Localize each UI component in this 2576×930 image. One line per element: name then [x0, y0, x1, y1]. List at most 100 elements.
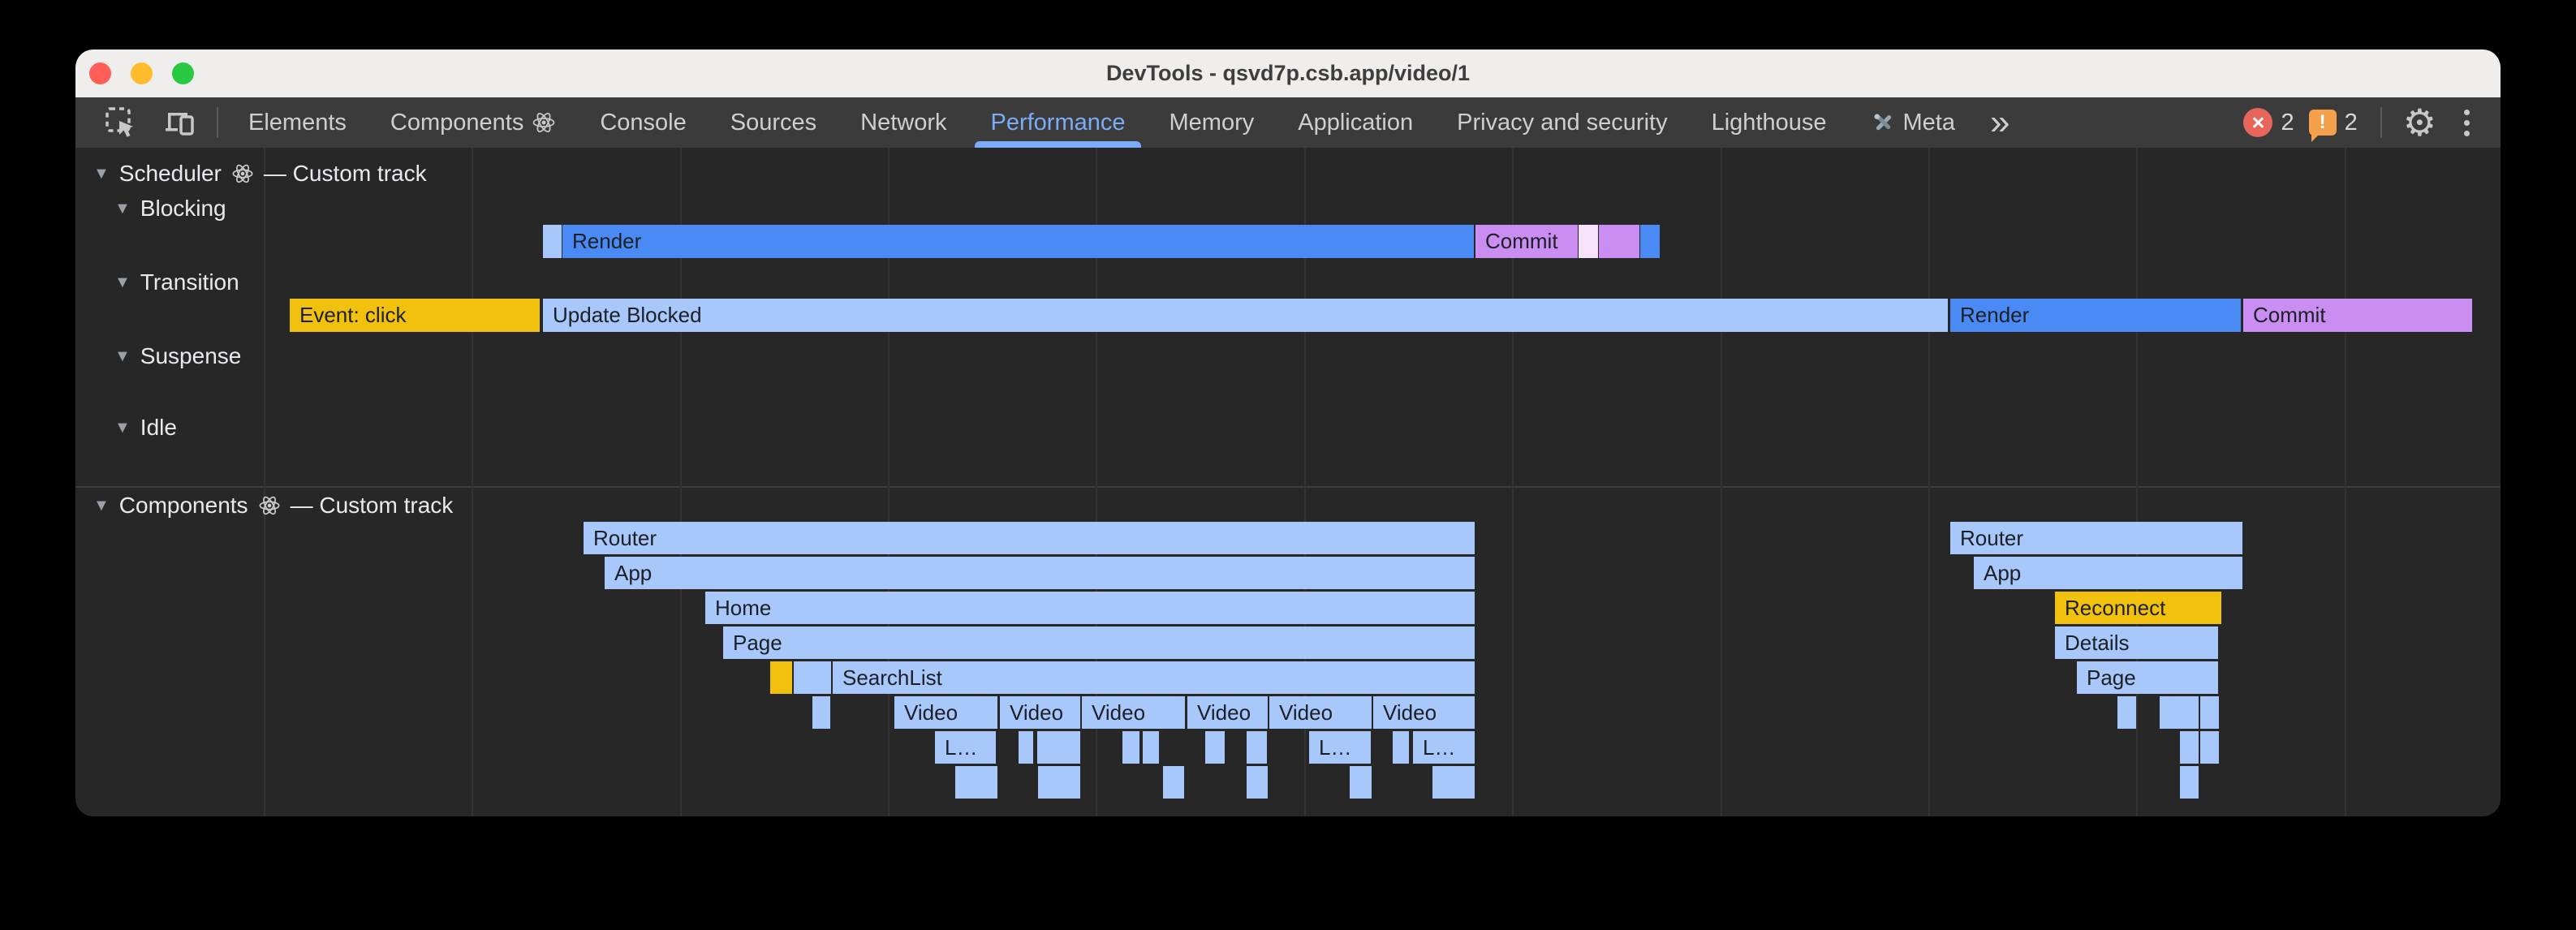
timeline-gridline	[264, 148, 265, 816]
flame-bar-event-click[interactable]: Event: click	[290, 299, 540, 332]
desktop-background: DevTools - qsvd7p.csb.app/video/1 Elemen…	[0, 0, 2576, 930]
inspect-element-button[interactable]	[92, 97, 150, 148]
flame-bar[interactable]	[2200, 731, 2219, 764]
timeline[interactable]: ▼ Scheduler — Custom track ▼ Blocking ▼ …	[75, 148, 2501, 816]
components-track-header[interactable]: ▼ Components — Custom track	[93, 493, 453, 519]
flame-bar-page[interactable]: Page	[723, 626, 1475, 659]
flame-bar-video[interactable]: Video	[1082, 696, 1185, 729]
flame-bar-video[interactable]: Video	[1373, 696, 1475, 729]
tab-console[interactable]: Console	[578, 97, 708, 148]
flame-bar[interactable]	[1350, 766, 1372, 799]
more-tabs-button[interactable]: »	[1977, 97, 2022, 148]
flame-bar[interactable]	[794, 661, 831, 694]
tab-elements[interactable]: Elements	[226, 97, 368, 148]
flame-bar[interactable]	[1205, 731, 1225, 764]
flame-bar[interactable]	[1579, 225, 1598, 258]
collapse-triangle-icon[interactable]: ▼	[93, 165, 110, 183]
react-atom-icon	[532, 110, 556, 135]
device-toolbar-icon	[162, 105, 197, 140]
react-atom-icon	[258, 494, 281, 517]
collapse-triangle-icon[interactable]: ▼	[114, 273, 131, 292]
flame-bar[interactable]	[1019, 731, 1033, 764]
timeline-gridline	[2345, 148, 2346, 816]
issue-count[interactable]: 2	[2345, 110, 2358, 136]
collapse-triangle-icon[interactable]: ▼	[114, 347, 131, 366]
flame-bar[interactable]	[1122, 731, 1139, 764]
flame-bar[interactable]	[1393, 731, 1409, 764]
lane-blocking[interactable]: ▼ Blocking	[114, 196, 226, 222]
error-count[interactable]: 2	[2281, 110, 2294, 136]
flame-bar-app[interactable]: App	[605, 557, 1475, 589]
minimize-button[interactable]	[131, 62, 153, 84]
window-titlebar: DevTools - qsvd7p.csb.app/video/1	[75, 50, 2501, 97]
flame-bar-app[interactable]: App	[1974, 557, 2242, 589]
flame-bar-commit[interactable]: Commit	[1475, 225, 1578, 258]
flame-bar-video[interactable]: Video	[894, 696, 997, 729]
tab-components[interactable]: Components	[368, 97, 578, 148]
flame-bar-video[interactable]: Video	[1187, 696, 1268, 729]
flame-bar[interactable]	[2117, 696, 2136, 729]
issues-icon[interactable]: !	[2309, 110, 2337, 136]
settings-gear-icon[interactable]: ⚙	[2390, 104, 2449, 141]
flame-bar[interactable]	[1640, 225, 1660, 258]
tab-privacy-and-security[interactable]: Privacy and security	[1435, 97, 1690, 148]
close-button[interactable]	[89, 62, 111, 84]
tab-lighthouse[interactable]: Lighthouse	[1690, 97, 1849, 148]
flame-bar[interactable]	[2180, 731, 2199, 764]
flame-bar[interactable]	[1037, 731, 1080, 764]
tab-network[interactable]: Network	[838, 97, 968, 148]
flame-bar[interactable]	[1163, 766, 1184, 799]
tab-memory[interactable]: Memory	[1148, 97, 1277, 148]
flame-bar[interactable]	[2180, 766, 2199, 799]
window-title: DevTools - qsvd7p.csb.app/video/1	[1106, 61, 1470, 86]
flame-bar[interactable]	[543, 225, 562, 258]
toolbar-right-group: × 2 ! 2 ⚙	[2243, 97, 2501, 148]
lane-idle[interactable]: ▼ Idle	[114, 415, 177, 441]
tab-meta[interactable]: Meta	[1849, 97, 1977, 148]
flame-bar-page[interactable]: Page	[2077, 661, 2218, 694]
timeline-gridline	[472, 148, 473, 816]
flame-bar[interactable]	[812, 696, 830, 729]
flame-bar-render[interactable]: Render	[562, 225, 1474, 258]
collapse-triangle-icon[interactable]: ▼	[93, 497, 110, 515]
flame-bar[interactable]	[2200, 696, 2219, 729]
flame-bar-update-blocked[interactable]: Update Blocked	[543, 299, 1948, 332]
flame-bar[interactable]	[1432, 766, 1475, 799]
zoom-button[interactable]	[172, 62, 194, 84]
toggle-device-toolbar-button[interactable]	[150, 97, 209, 148]
tab-application[interactable]: Application	[1276, 97, 1435, 148]
flame-bar-commit[interactable]: Commit	[2243, 299, 2472, 332]
flame-bar-l[interactable]: L…	[1309, 731, 1371, 764]
console-errors-icon[interactable]: ×	[2243, 108, 2272, 137]
flame-bar[interactable]	[1247, 766, 1268, 799]
flame-bar-video[interactable]: Video	[1000, 696, 1080, 729]
lane-suspense[interactable]: ▼ Suspense	[114, 343, 241, 369]
double-chevron-icon: »	[1990, 102, 2010, 143]
flame-bar-video[interactable]: Video	[1269, 696, 1372, 729]
window-controls	[89, 62, 194, 84]
flame-bar-home[interactable]: Home	[705, 592, 1475, 624]
collapse-triangle-icon[interactable]: ▼	[114, 419, 131, 437]
flame-bar[interactable]	[1599, 225, 1639, 258]
lane-transition[interactable]: ▼ Transition	[114, 269, 239, 295]
collapse-triangle-icon[interactable]: ▼	[114, 200, 131, 218]
flame-bar-reconnect[interactable]: Reconnect	[2055, 592, 2221, 624]
tab-performance[interactable]: Performance	[968, 97, 1147, 148]
flame-bar-router[interactable]: Router	[584, 522, 1475, 554]
flame-bar-render[interactable]: Render	[1950, 299, 2241, 332]
flame-bar-searchlist[interactable]: SearchList	[833, 661, 1475, 694]
flame-bar-router[interactable]: Router	[1950, 522, 2242, 554]
scheduler-track-header[interactable]: ▼ Scheduler — Custom track	[93, 161, 427, 187]
flame-bar[interactable]	[955, 766, 997, 799]
tools-icon	[1871, 110, 1895, 135]
flame-bar-l[interactable]: L…	[935, 731, 996, 764]
flame-bar[interactable]	[770, 661, 792, 694]
flame-bar[interactable]	[1038, 766, 1080, 799]
flame-bar[interactable]	[1143, 731, 1159, 764]
flame-bar-details[interactable]: Details	[2055, 626, 2218, 659]
more-options-menu-button[interactable]	[2449, 110, 2484, 136]
tab-sources[interactable]: Sources	[709, 97, 838, 148]
flame-bar-l[interactable]: L…	[1413, 731, 1475, 764]
flame-bar[interactable]	[2160, 696, 2199, 729]
flame-bar[interactable]	[1247, 731, 1267, 764]
